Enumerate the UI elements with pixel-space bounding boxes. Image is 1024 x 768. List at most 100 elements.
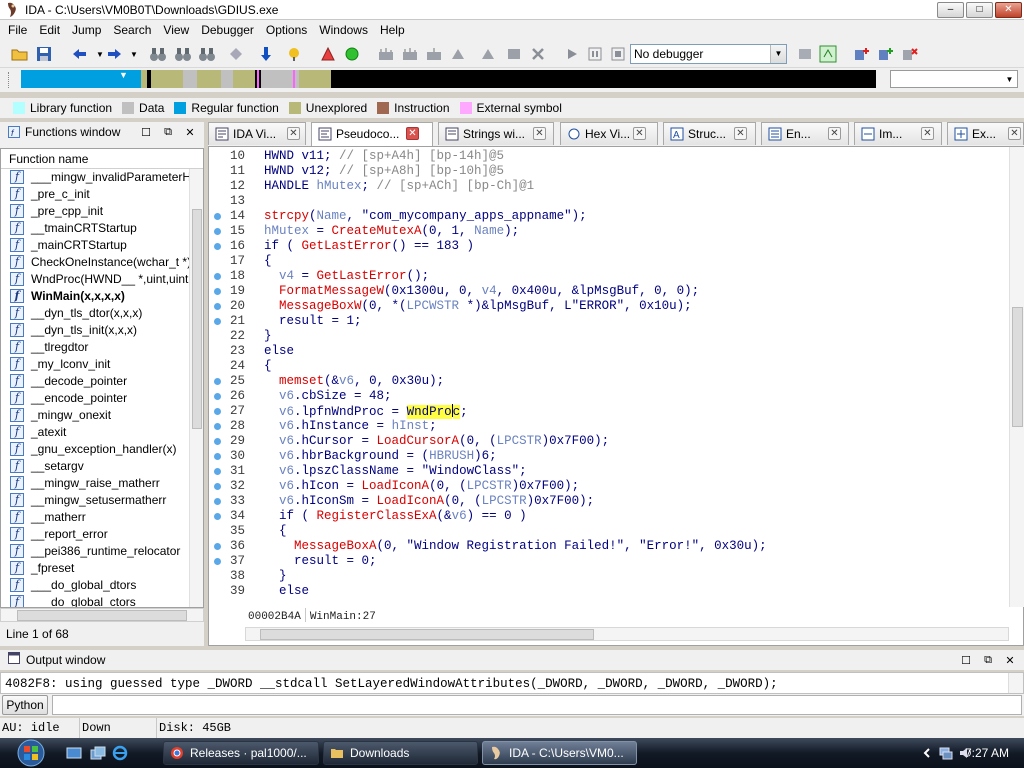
breakpoint-marker[interactable] xyxy=(214,408,221,415)
tab-close-icon[interactable]: ✕ xyxy=(406,127,419,140)
functions-horizontal-scrollbar[interactable] xyxy=(0,608,204,622)
stop-icon[interactable] xyxy=(608,44,628,64)
breakpoint-marker[interactable] xyxy=(214,498,221,505)
breakpoint-marker[interactable] xyxy=(214,438,221,445)
function-list-item[interactable]: f __decode_pointer xyxy=(1,373,203,390)
chevron-down-icon[interactable]: ▼ xyxy=(1002,71,1017,87)
breakpoint-marker[interactable] xyxy=(214,513,221,520)
sequence-icon[interactable] xyxy=(226,44,246,64)
breakpoint-marker[interactable] xyxy=(214,213,221,220)
navigation-band[interactable]: ▼ xyxy=(21,70,876,88)
tab-strings-window[interactable]: Strings wi... ✕ xyxy=(438,122,554,145)
breakpoint-marker[interactable] xyxy=(214,318,221,325)
function-list-item[interactable]: f WndProc(HWND__ *,uint,uint xyxy=(1,271,203,288)
float-window-icon[interactable]: ⧉ xyxy=(161,125,175,139)
function-list-item[interactable]: f __matherr xyxy=(1,509,203,526)
close-button[interactable]: ✕ xyxy=(995,2,1022,18)
breakpoint-marker[interactable] xyxy=(214,423,221,430)
forward-arrow-icon[interactable] xyxy=(104,44,124,64)
minimize-button[interactable]: – xyxy=(937,2,964,18)
function-list-item[interactable]: f _gnu_exception_handler(x) xyxy=(1,441,203,458)
add-red-icon[interactable] xyxy=(852,44,872,64)
menu-options[interactable]: Options xyxy=(260,20,313,40)
function-list-item[interactable]: f __pei386_runtime_relocator xyxy=(1,543,203,560)
tool-block-6-icon[interactable] xyxy=(504,44,524,64)
menu-view[interactable]: View xyxy=(157,20,195,40)
breakpoint-marker[interactable] xyxy=(214,483,221,490)
function-list-item[interactable]: f _fpreset xyxy=(1,560,203,577)
tool-block-1-icon[interactable] xyxy=(376,44,396,64)
restore-window-icon[interactable]: ☐ xyxy=(959,653,973,667)
breakpoint-marker[interactable] xyxy=(214,228,221,235)
breakpoint-marker[interactable] xyxy=(214,243,221,250)
tab-close-icon[interactable]: ✕ xyxy=(287,127,300,140)
code-line[interactable]: 16 if ( GetLastError() == 183 ) xyxy=(209,239,1009,254)
function-list-item[interactable]: f ___do_global_ctors xyxy=(1,594,203,607)
code-line[interactable]: 29 v6.hCursor = LoadCursorA(0, (LPCSTR)0… xyxy=(209,434,1009,449)
menu-windows[interactable]: Windows xyxy=(313,20,374,40)
breakpoint-marker[interactable] xyxy=(214,453,221,460)
search-text-icon[interactable] xyxy=(173,44,193,64)
pause-icon[interactable] xyxy=(585,44,605,64)
column-header-function-name[interactable]: Function name xyxy=(1,149,203,169)
close-panel-icon[interactable]: ✕ xyxy=(183,125,197,139)
function-list-item[interactable]: f _pre_cpp_init xyxy=(1,203,203,220)
switch-windows-icon[interactable] xyxy=(90,745,106,761)
breakpoint-marker[interactable] xyxy=(214,303,221,310)
scroll-thumb[interactable] xyxy=(1012,307,1023,427)
menu-debugger[interactable]: Debugger xyxy=(195,20,260,40)
tray-expand-icon[interactable] xyxy=(920,746,934,760)
function-list-item[interactable]: f WinMain(x,x,x,x) xyxy=(1,288,203,305)
code-line[interactable]: 37 result = 0; xyxy=(209,554,1009,569)
debugger-select[interactable]: No debugger ▼ xyxy=(630,44,787,64)
close-panel-icon[interactable]: ✕ xyxy=(1003,653,1017,667)
pseudocode-text[interactable]: 10 HWND v11; // [sp+A4h] [bp-14h]@5 11 HWND… xyxy=(209,147,1009,607)
code-line[interactable]: 14 strcpy(Name, "com_mycompany_apps_appna… xyxy=(209,209,1009,224)
scroll-thumb[interactable] xyxy=(17,610,187,621)
function-list-item[interactable]: f __mingw_raise_matherr xyxy=(1,475,203,492)
functions-list[interactable]: Function name f ___mingw_invalidParameter… xyxy=(0,148,204,608)
show-desktop-icon[interactable] xyxy=(66,745,82,761)
pseudocode-vertical-scrollbar[interactable] xyxy=(1009,147,1024,607)
breakpoint-marker[interactable] xyxy=(214,468,221,475)
taskbar-button-downloads[interactable]: Downloads xyxy=(323,741,478,765)
output-log[interactable]: 4082F8: using guessed type _DWORD __stdc… xyxy=(0,672,1024,694)
taskbar-clock[interactable]: 7:27 AM xyxy=(965,738,1009,768)
code-line[interactable]: 22} xyxy=(209,329,1009,344)
code-line[interactable]: 12 HANDLE hMutex; // [sp+ACh] [bp-Ch]@1 xyxy=(209,179,1009,194)
breakpoint-marker[interactable] xyxy=(214,288,221,295)
tool-block-4-icon[interactable] xyxy=(448,44,468,64)
taskbar-button-ida[interactable]: IDA - C:\Users\VM0... xyxy=(482,741,637,765)
tab-structures[interactable]: A Struc... ✕ xyxy=(663,122,756,145)
breakpoint-marker[interactable] xyxy=(214,378,221,385)
network-icon[interactable] xyxy=(938,746,954,760)
code-line[interactable]: 32 v6.hIcon = LoadIconA(0, (LPCSTR)0x7F0… xyxy=(209,479,1009,494)
code-line[interactable]: 15 hMutex = CreateMutexA(0, 1, Name); xyxy=(209,224,1009,239)
breakpoint-marker[interactable] xyxy=(214,273,221,280)
pseudocode-horizontal-scrollbar[interactable] xyxy=(245,627,1009,641)
function-list-item[interactable]: f _mingw_onexit xyxy=(1,407,203,424)
code-line[interactable]: 39 else xyxy=(209,584,1009,599)
function-list-item[interactable]: f __tmainCRTStartup xyxy=(1,220,203,237)
function-list-item[interactable]: f __dyn_tls_dtor(x,x,x) xyxy=(1,305,203,322)
forward-dropdown-icon[interactable]: ▼ xyxy=(124,44,144,64)
function-list-item[interactable]: f _mainCRTStartup xyxy=(1,237,203,254)
tab-imports[interactable]: Im... ✕ xyxy=(854,122,942,145)
function-list-item[interactable]: f ___do_global_dtors xyxy=(1,577,203,594)
code-line[interactable]: 34 if ( RegisterClassExA(&v6) == 0 ) xyxy=(209,509,1009,524)
code-line[interactable]: 28 v6.hInstance = hInst; xyxy=(209,419,1009,434)
remove-icon[interactable] xyxy=(900,44,920,64)
code-line[interactable]: 13 xyxy=(209,194,1009,209)
tab-close-icon[interactable]: ✕ xyxy=(633,127,646,140)
code-line[interactable]: 26 v6.cbSize = 48; xyxy=(209,389,1009,404)
code-line[interactable]: 20 MessageBoxW(0, *(LPCWSTR *)&lpMsgBuf,… xyxy=(209,299,1009,314)
search-binoculars-icon[interactable] xyxy=(148,44,168,64)
function-list-item[interactable]: f _atexit xyxy=(1,424,203,441)
function-list-item[interactable]: f __dyn_tls_init(x,x,x) xyxy=(1,322,203,339)
add-green-icon[interactable] xyxy=(876,44,896,64)
code-line[interactable]: 23 else xyxy=(209,344,1009,359)
code-line[interactable]: 10 HWND v11; // [sp+A4h] [bp-14h]@5 xyxy=(209,149,1009,164)
tab-pseudocode[interactable]: Pseudoco... ✕ xyxy=(311,122,433,146)
function-list-item[interactable]: f _my_lconv_init xyxy=(1,356,203,373)
tab-enums[interactable]: En... ✕ xyxy=(761,122,849,145)
